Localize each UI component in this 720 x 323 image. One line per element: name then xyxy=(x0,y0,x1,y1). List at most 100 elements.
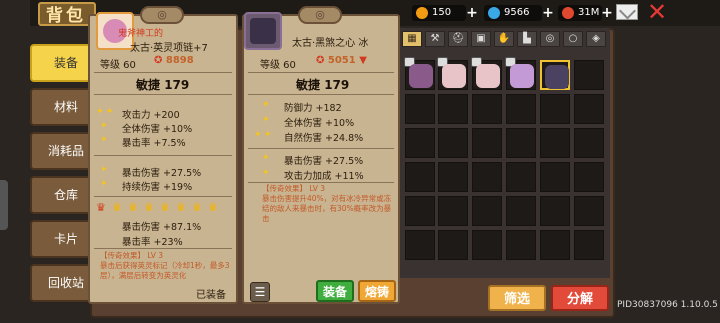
tab-consumables[interactable]: 消耗品 xyxy=(30,132,90,170)
equip-button[interactable]: 装备 xyxy=(316,280,354,302)
inventory-slot[interactable] xyxy=(506,196,536,226)
star-icon: ✦ xyxy=(262,100,270,110)
currency-value: 31M xyxy=(578,7,600,18)
inventory-slot[interactable] xyxy=(472,230,502,260)
inventory-slot[interactable] xyxy=(574,94,604,124)
star-icon: ✦ xyxy=(100,135,108,145)
legend-title: 【传奇效果】 LV 3 xyxy=(262,184,326,193)
tab-cards[interactable]: 卡片 xyxy=(30,220,90,258)
inventory-slot[interactable] xyxy=(506,128,536,158)
inventory-slot[interactable] xyxy=(405,128,435,158)
inventory-slot[interactable] xyxy=(438,162,468,192)
tab-label: 卡片 xyxy=(54,232,79,246)
inventory-slot[interactable] xyxy=(405,230,435,260)
list-icon[interactable]: ☰ xyxy=(250,282,270,302)
tab-warehouse[interactable]: 仓库 xyxy=(30,176,90,214)
build-id: PID30837096 1.10.0.5 xyxy=(617,300,718,310)
main-stat-value: 179 xyxy=(324,78,350,92)
armor-icon[interactable]: ▣ xyxy=(471,31,491,47)
arrow-down-icon: ▼ xyxy=(359,55,367,66)
inventory-slot[interactable] xyxy=(540,196,570,226)
legend-text: 暴击后获得英灵标记（冷却1秒，最多3层），满层后转变为英灵化 xyxy=(100,261,230,280)
inventory-slot[interactable] xyxy=(540,128,570,158)
swirl-icon: ◎ xyxy=(140,6,184,24)
divider xyxy=(248,94,394,95)
inventory-slot[interactable] xyxy=(574,162,604,192)
decompose-button[interactable]: 分解 xyxy=(551,285,609,311)
stat-line: 全体伤害 +10% xyxy=(122,124,193,135)
boot-icon[interactable]: ▙ xyxy=(517,31,537,47)
inventory-slot[interactable] xyxy=(574,60,604,90)
category-tabs: 装备 材料 消耗品 仓库 卡片 回收站 xyxy=(30,44,90,308)
ring-icon[interactable]: ○ xyxy=(563,31,583,47)
inventory-slot[interactable] xyxy=(505,57,536,90)
stat-line: 暴击伤害 +27.5% xyxy=(122,168,202,179)
star-icon: ✦ xyxy=(264,130,272,140)
star-icon: ✦ xyxy=(96,107,104,117)
star-icon: ✦ xyxy=(262,153,270,163)
inventory-slot[interactable] xyxy=(437,57,468,90)
item-portrait xyxy=(244,12,282,50)
inventory-slot[interactable] xyxy=(438,94,468,124)
crown-icon: ♛ xyxy=(160,201,170,214)
inventory-slot[interactable] xyxy=(405,162,435,192)
inventory-slot[interactable] xyxy=(506,162,536,192)
filter-button[interactable]: 筛选 xyxy=(488,285,546,311)
divider xyxy=(94,196,232,197)
star-icon: ✦ xyxy=(100,179,108,189)
inventory-slot[interactable] xyxy=(405,94,435,124)
inventory-slot[interactable] xyxy=(472,162,502,192)
inventory-slot[interactable] xyxy=(472,128,502,158)
currency-gem: 9566 xyxy=(484,5,542,21)
tab-label: 材料 xyxy=(54,100,79,114)
tab-equipment[interactable]: 装备 xyxy=(30,44,90,82)
inventory-slot[interactable] xyxy=(574,230,604,260)
main-stat-name: 敏捷 xyxy=(296,78,321,92)
mail-icon[interactable] xyxy=(616,4,638,20)
inventory-slot[interactable] xyxy=(438,128,468,158)
inventory-slot[interactable] xyxy=(405,196,435,226)
inventory-slot[interactable] xyxy=(438,230,468,260)
currency-token: 31M xyxy=(558,5,602,21)
charm-icon[interactable]: ◈ xyxy=(586,31,606,47)
inventory-slot[interactable] xyxy=(506,94,536,124)
inventory-slot[interactable] xyxy=(438,196,468,226)
divider xyxy=(94,155,232,156)
inventory-slot[interactable] xyxy=(472,94,502,124)
all-icon[interactable]: ▦ xyxy=(402,31,422,47)
add-gem-button[interactable]: + xyxy=(542,4,554,22)
inventory-slot[interactable] xyxy=(472,196,502,226)
inventory-slot[interactable] xyxy=(471,57,502,90)
gem-icon xyxy=(488,7,500,19)
necklace-icon[interactable]: ◎ xyxy=(540,31,560,47)
stat-line: 攻击力加成 +11% xyxy=(284,171,364,182)
inventory-slot[interactable] xyxy=(540,230,570,260)
item-name: 太古·英灵项链+7 xyxy=(130,43,208,54)
glove-icon[interactable]: ✋ xyxy=(494,31,514,47)
power-value: 8898 xyxy=(165,55,194,66)
stat-line: 暴击伤害 +27.5% xyxy=(284,156,364,167)
inventory-slot[interactable] xyxy=(574,128,604,158)
side-handle[interactable] xyxy=(0,180,8,230)
inventory-slot-selected[interactable] xyxy=(540,60,570,90)
power-value-label: ✪ 8898 xyxy=(154,55,194,66)
add-coin-button[interactable]: + xyxy=(466,4,478,22)
inventory-slot[interactable] xyxy=(540,162,570,192)
weapon-icon[interactable]: ⚒ xyxy=(425,31,445,47)
inventory-slot[interactable] xyxy=(574,196,604,226)
tab-recycle[interactable]: 回收站 xyxy=(30,264,90,302)
inventory-slot[interactable] xyxy=(540,94,570,124)
smelt-button[interactable]: 熔铸 xyxy=(358,280,396,302)
star-icon: ✦ xyxy=(100,165,108,175)
star-icon: ✦ xyxy=(100,121,108,131)
compare-item-card: ◎ 太古·黑煞之心 冰 等级 60 ✪ 5051 ▼ 敏捷 179 ✦ 防御力 … xyxy=(242,6,400,304)
currency-value: 150 xyxy=(432,7,452,18)
inventory-slot[interactable] xyxy=(404,57,435,90)
close-icon[interactable]: ✕ xyxy=(646,0,668,24)
helmet-icon[interactable]: ⛑ xyxy=(448,31,468,47)
game-screen: 背包 150 + 9566 + 31M + ✕ 装备 材料 消耗品 仓库 卡片 … xyxy=(0,0,720,323)
equipped-item-card: ◎ 鬼斧神工的 太古·英灵项链+7 等级 60 ✪ 8898 敏捷 179 ✦ … xyxy=(88,6,238,304)
inventory-slot[interactable] xyxy=(506,230,536,260)
tab-materials[interactable]: 材料 xyxy=(30,88,90,126)
add-token-button[interactable]: + xyxy=(601,4,613,22)
